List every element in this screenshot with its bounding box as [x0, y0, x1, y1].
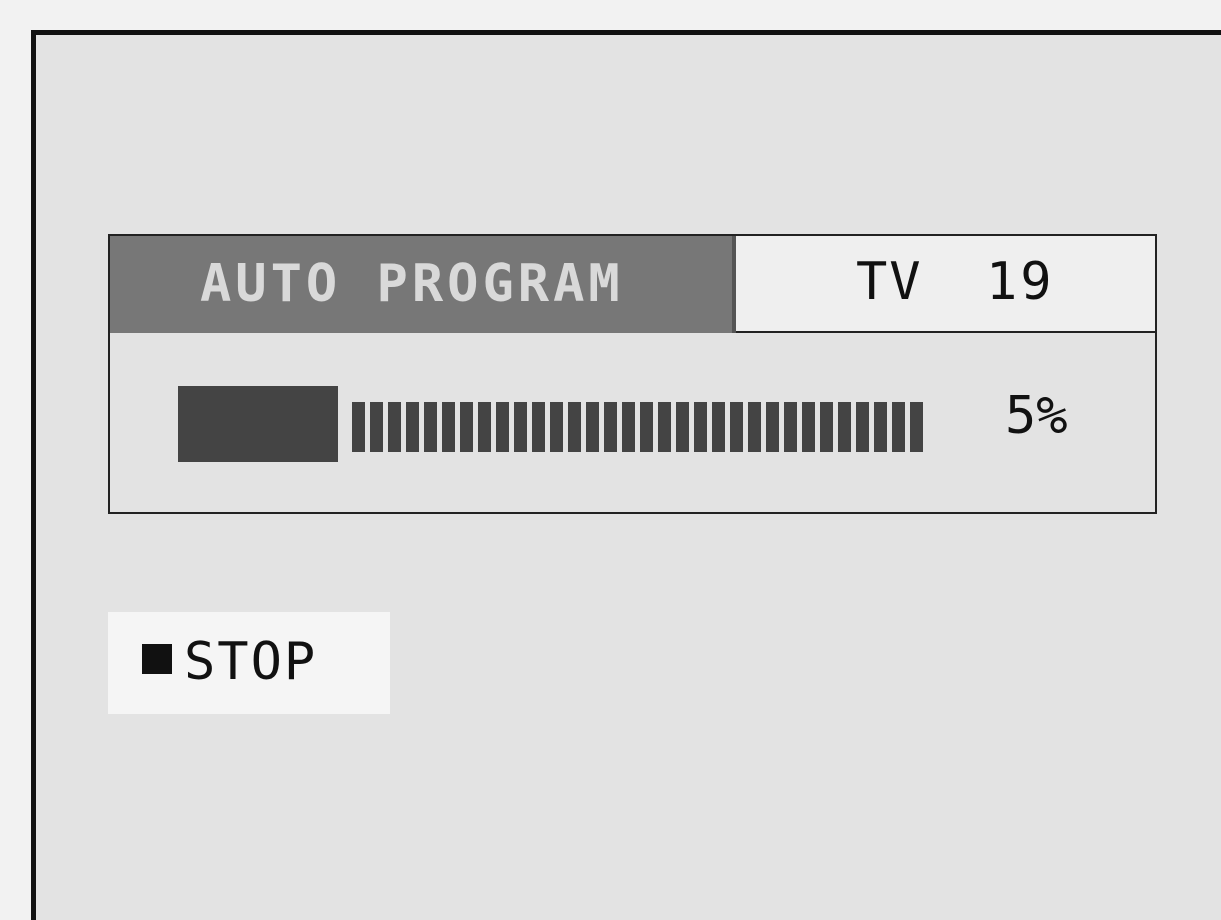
stop-label: STOP [184, 632, 318, 692]
progress-remaining [352, 402, 925, 452]
panel-title: AUTO PROGRAM [200, 254, 624, 314]
channel-display: TV 19 [736, 236, 1155, 331]
channel-band: TV [856, 252, 923, 312]
panel-header: AUTO PROGRAM TV 19 [110, 236, 1155, 333]
stop-square-icon [142, 644, 172, 674]
progress-percent: 5% [1005, 386, 1068, 446]
auto-program-panel: AUTO PROGRAM TV 19 5% [108, 234, 1157, 514]
title-bar: AUTO PROGRAM [110, 236, 736, 333]
stop-button[interactable]: STOP [108, 612, 390, 714]
progress-bar [178, 386, 930, 462]
progress-fill [178, 386, 338, 462]
channel-number: 19 [986, 252, 1055, 312]
